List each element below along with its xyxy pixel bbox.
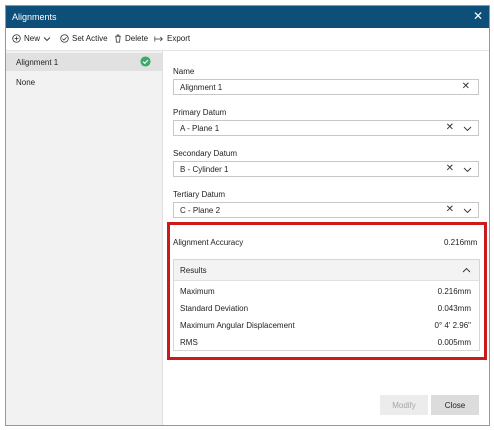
close-icon[interactable]: ✕	[473, 9, 483, 23]
plus-circle-icon	[12, 34, 21, 43]
set-active-label: Set Active	[72, 34, 108, 43]
results-row: Standard Deviation 0.043mm	[174, 300, 479, 316]
new-label: New	[24, 34, 41, 43]
result-key: Maximum Angular Displacement	[180, 321, 295, 330]
alignment-accuracy-label: Alignment Accuracy	[173, 238, 244, 247]
clear-icon[interactable]: ✕	[446, 163, 454, 174]
tertiary-datum-label: Tertiary Datum	[173, 190, 226, 199]
clear-icon[interactable]: ✕	[446, 122, 454, 133]
primary-datum-select[interactable]: A - Plane 1 ✕	[173, 120, 479, 136]
name-field[interactable]: Alignment 1 ✕	[173, 79, 479, 95]
name-value: Alignment 1	[180, 83, 223, 92]
result-value: 0° 4' 2.96"	[434, 321, 471, 330]
name-label: Name	[173, 67, 195, 76]
result-value: 0.216mm	[437, 287, 471, 296]
clear-icon[interactable]: ✕	[446, 204, 454, 215]
export-arrow-icon	[154, 35, 164, 43]
chevron-down-icon	[43, 36, 51, 42]
active-check-icon	[140, 56, 151, 69]
chevron-down-icon[interactable]	[463, 166, 472, 175]
secondary-datum-value: B - Cylinder 1	[180, 165, 229, 174]
result-key: Maximum	[180, 287, 215, 296]
result-key: RMS	[180, 338, 198, 347]
list-item-none[interactable]: None	[6, 73, 162, 91]
alignment-accuracy-value: 0.216mm	[444, 238, 478, 247]
clear-icon[interactable]: ✕	[462, 81, 470, 92]
export-button[interactable]: Export	[154, 34, 190, 43]
set-active-button[interactable]: Set Active	[60, 34, 108, 43]
check-circle-icon	[60, 34, 69, 43]
result-value: 0.005mm	[437, 338, 471, 347]
results-row: Maximum 0.216mm	[174, 283, 479, 299]
result-key: Standard Deviation	[180, 304, 249, 313]
results-header[interactable]: Results	[174, 260, 479, 281]
secondary-datum-label: Secondary Datum	[173, 149, 238, 158]
results-row: RMS 0.005mm	[174, 334, 479, 350]
results-row: Maximum Angular Displacement 0° 4' 2.96"	[174, 317, 479, 333]
list-item-alignment-1[interactable]: Alignment 1	[6, 53, 162, 71]
tertiary-datum-value: C - Plane 2	[180, 206, 221, 215]
toolbar: New Set Active Delete Export	[6, 28, 489, 51]
chevron-up-icon[interactable]	[462, 266, 471, 275]
delete-label: Delete	[125, 34, 149, 43]
chevron-down-icon[interactable]	[463, 125, 472, 134]
list-item-label: Alignment 1	[16, 58, 59, 67]
export-label: Export	[167, 34, 191, 43]
close-button[interactable]: Close	[431, 395, 479, 415]
alignment-list: Alignment 1 None	[6, 51, 163, 425]
secondary-datum-select[interactable]: B - Cylinder 1 ✕	[173, 161, 479, 177]
chevron-down-icon[interactable]	[463, 207, 472, 216]
primary-datum-value: A - Plane 1	[180, 124, 220, 133]
modify-button[interactable]: Modify	[380, 395, 428, 415]
title-bar: Alignments ✕	[6, 6, 489, 28]
window-title: Alignments	[12, 12, 57, 22]
new-button[interactable]: New	[12, 34, 51, 43]
results-title: Results	[180, 266, 207, 275]
delete-button[interactable]: Delete	[114, 34, 148, 43]
trash-icon	[114, 34, 122, 43]
alignments-window: Alignments ✕ New Set Active Delete Expor…	[5, 5, 490, 426]
results-panel: Results Maximum 0.216mm Standard Deviati…	[173, 259, 480, 351]
list-item-label: None	[16, 78, 36, 87]
primary-datum-label: Primary Datum	[173, 108, 227, 117]
tertiary-datum-select[interactable]: C - Plane 2 ✕	[173, 202, 479, 218]
result-value: 0.043mm	[437, 304, 471, 313]
